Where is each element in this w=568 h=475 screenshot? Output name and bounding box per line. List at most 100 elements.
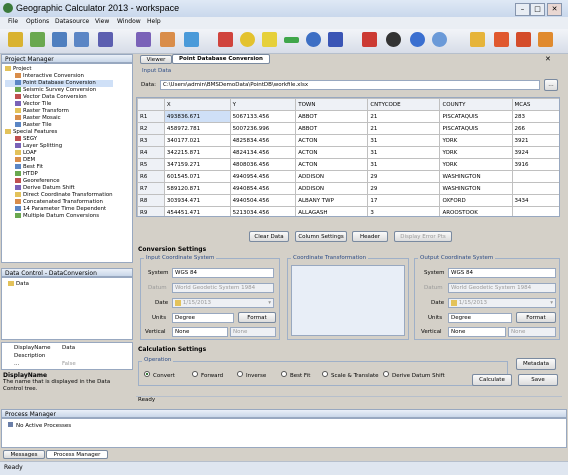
tree-item[interactable]: Point Database Conversion <box>5 80 113 87</box>
burst-icon[interactable] <box>494 32 509 47</box>
table-cell[interactable] <box>511 182 559 195</box>
tree-item[interactable]: Vector Data Conversion <box>5 94 113 101</box>
table-cell[interactable]: 31 <box>367 146 441 159</box>
tree-item[interactable]: Best Fit <box>5 164 113 171</box>
table-cell[interactable]: OXFORD <box>439 194 513 207</box>
table-cell[interactable]: 4940854.456 <box>229 182 297 195</box>
pencil-icon[interactable] <box>218 32 233 47</box>
column-header[interactable]: TOWN <box>295 98 369 111</box>
input-date-field[interactable]: 1/15/2013 ▾ <box>172 298 274 308</box>
table-cell[interactable]: 340177.021 <box>163 134 231 147</box>
table-cell[interactable]: 283 <box>511 110 559 123</box>
table-cell[interactable]: 5067133.456 <box>229 110 297 123</box>
calculate-button[interactable]: Calculate <box>472 374 512 386</box>
menu-datasource[interactable]: Datasource <box>55 18 89 25</box>
table-row[interactable]: R8 303934.471 4940504.456 ALBANY TWP 17 OXFOR… <box>137 194 559 207</box>
table-cell[interactable]: 4940954.456 <box>229 170 297 183</box>
menu-view[interactable]: View <box>95 18 109 25</box>
close-icon[interactable]: ✕ <box>547 3 562 16</box>
star-icon[interactable] <box>516 32 531 47</box>
tree-item[interactable]: Layer Splitting <box>5 143 113 150</box>
tree-item[interactable]: Seismic Survey Conversion <box>5 87 113 94</box>
tree-item[interactable]: Direct Coordinate Transformation <box>5 192 113 199</box>
tree-item[interactable]: Interactive Conversion <box>5 73 113 80</box>
column-header[interactable]: Y <box>229 98 297 111</box>
input-system-field[interactable]: WGS 84 <box>172 268 274 278</box>
column-header[interactable]: COUNTY <box>439 98 513 111</box>
table-cell[interactable]: 3921 <box>511 134 559 147</box>
table-row[interactable]: R7 589120.871 4940854.456 ADDISON 29 WASHINGT… <box>137 182 559 195</box>
prop-name-value[interactable]: Data <box>62 345 75 351</box>
table-cell[interactable]: ABBOT <box>295 110 369 123</box>
row-header[interactable]: R8 <box>137 194 165 207</box>
column-header[interactable]: X <box>163 98 231 111</box>
data-tree-item[interactable]: Data <box>8 281 29 288</box>
column-settings-button[interactable]: Column Settings <box>295 231 347 242</box>
input-format-button[interactable]: Format <box>238 312 276 323</box>
tab-messages[interactable]: Messages <box>3 450 45 459</box>
table-cell[interactable]: 3916 <box>511 158 559 171</box>
tools-icon[interactable] <box>362 32 377 47</box>
camera-icon[interactable] <box>386 32 401 47</box>
operation-radio[interactable]: Forward <box>192 371 223 379</box>
tree-item[interactable]: Raster Mosaic <box>5 115 113 122</box>
operation-radio[interactable]: Convert <box>144 371 175 379</box>
table-cell[interactable]: 454451.471 <box>163 206 231 216</box>
table-cell[interactable]: 17 <box>367 194 441 207</box>
table-cell[interactable] <box>511 206 559 216</box>
table-cell[interactable]: 29 <box>367 170 441 183</box>
table-cell[interactable]: 31 <box>367 134 441 147</box>
table-cell[interactable]: ALLAGASH <box>295 206 369 216</box>
maximize-icon[interactable]: □ <box>530 3 545 16</box>
table-row[interactable]: R3 340177.021 4825834.456 ACTON 31 YORK 3921 <box>137 134 559 147</box>
book-icon[interactable] <box>30 32 45 47</box>
menu-help[interactable]: Help <box>147 18 161 25</box>
table-row[interactable]: R2 458972.781 5007236.996 ABBOT 21 PISCATAQUI… <box>137 122 559 135</box>
triangle-icon[interactable] <box>262 32 277 47</box>
table-cell[interactable]: YORK <box>439 146 513 159</box>
export-icon[interactable] <box>538 32 553 47</box>
column-header[interactable]: CNTYCODE <box>367 98 441 111</box>
input-datum-field[interactable]: World Geodetic System 1984 <box>172 283 274 293</box>
layers-icon[interactable] <box>184 32 199 47</box>
table-cell[interactable]: PISCATAQUIS <box>439 110 513 123</box>
edit-icon[interactable] <box>52 32 67 47</box>
table-cell[interactable] <box>511 170 559 183</box>
output-units-field[interactable]: Degree <box>448 313 512 323</box>
tab-process-manager[interactable]: Process Manager <box>46 450 108 459</box>
operation-radio[interactable]: Scale & Translate <box>322 371 379 379</box>
table-cell[interactable]: WASHINGTON <box>439 170 513 183</box>
column-header[interactable]: MCAS <box>511 98 559 111</box>
table-cell[interactable]: WASHINGTON <box>439 182 513 195</box>
table-cell[interactable]: 303934.471 <box>163 194 231 207</box>
bar-icon[interactable] <box>284 37 299 43</box>
browse-button[interactable]: … <box>544 79 558 91</box>
table-cell[interactable]: ACTON <box>295 146 369 159</box>
input-units-field[interactable]: Degree <box>172 313 234 323</box>
table-cell[interactable]: YORK <box>439 134 513 147</box>
table-row[interactable]: R1 493836.671 5067133.456 ABBOT 21 PISCATAQUI… <box>137 110 559 123</box>
row-header[interactable]: R2 <box>137 122 165 135</box>
table-cell[interactable]: 342215.871 <box>163 146 231 159</box>
column-header[interactable] <box>137 98 165 111</box>
brick-icon[interactable] <box>160 32 175 47</box>
input-vertical-field[interactable]: None <box>172 327 228 337</box>
table-cell[interactable]: AROOSTOOK <box>439 206 513 216</box>
table-row[interactable]: R6 601545.071 4940954.456 ADDISON 29 WASHINGT… <box>137 170 559 183</box>
table-cell[interactable]: 4808036.456 <box>229 158 297 171</box>
table-cell[interactable]: 31 <box>367 158 441 171</box>
grid-icon[interactable] <box>136 32 151 47</box>
tree-item[interactable]: Derive Datum Shift <box>5 185 113 192</box>
table-row[interactable]: R5 347159.271 4808036.456 ACTON 31 YORK 3916 <box>137 158 559 171</box>
tree-item[interactable]: Multiple Datum Conversions <box>5 213 113 220</box>
table-row[interactable]: R9 454451.471 5213034.456 ALLAGASH 3 AROOSTOO… <box>137 206 559 216</box>
table-cell[interactable]: YORK <box>439 158 513 171</box>
info-icon[interactable] <box>432 32 447 47</box>
row-header[interactable]: R5 <box>137 158 165 171</box>
tab-viewer[interactable]: Viewer <box>140 55 172 64</box>
transformation-list[interactable] <box>291 265 405 336</box>
table-cell[interactable]: 5213034.456 <box>229 206 297 216</box>
save-button[interactable]: Save <box>518 374 558 386</box>
display-error-pts-button[interactable]: Display Error Pts <box>394 231 452 242</box>
table-cell[interactable]: 347159.271 <box>163 158 231 171</box>
